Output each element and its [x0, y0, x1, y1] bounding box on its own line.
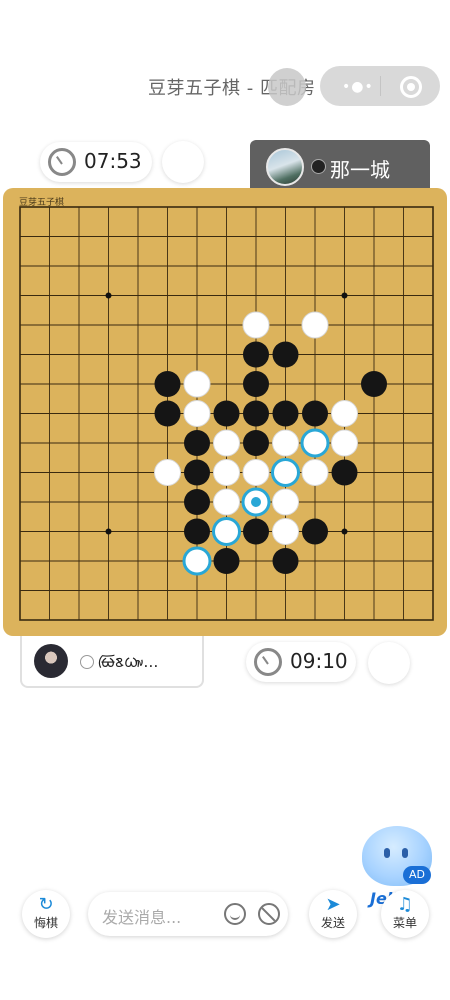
mascot-eye — [384, 848, 390, 858]
white-stone — [272, 429, 299, 457]
undo-label: 悔棋 — [33, 916, 58, 930]
black-stone — [154, 400, 181, 427]
white-stone — [301, 311, 329, 339]
black-stone — [331, 459, 358, 486]
star-point — [341, 292, 348, 299]
white-stone — [272, 488, 299, 516]
white-stone — [331, 429, 358, 457]
star-point — [105, 292, 112, 299]
message-placeholder: 发送消息... — [102, 908, 182, 927]
white-stone — [331, 400, 358, 427]
black-stone — [184, 518, 210, 545]
mascot-eye — [402, 848, 408, 858]
black-stone — [302, 400, 328, 427]
self-extra-button[interactable] — [368, 642, 410, 684]
black-stone — [272, 341, 299, 368]
white-stone — [213, 459, 240, 486]
black-stone — [272, 400, 299, 427]
white-stone — [183, 370, 211, 398]
clock-icon — [254, 648, 282, 676]
black-stone — [213, 400, 240, 427]
white-stone — [272, 518, 299, 545]
black-stone — [243, 371, 269, 397]
white-stone — [213, 488, 240, 516]
black-stone — [272, 548, 299, 574]
black-stone — [302, 518, 328, 545]
black-stone — [154, 371, 181, 397]
mute-icon[interactable] — [258, 903, 280, 925]
ad-badge[interactable]: AD — [403, 866, 431, 884]
white-stone — [300, 428, 330, 458]
white-stone — [242, 459, 270, 486]
menu-button[interactable]: ♫ 菜单 — [381, 890, 429, 938]
black-stone — [243, 400, 269, 427]
white-stone — [301, 459, 329, 486]
star-point — [105, 528, 112, 535]
black-stone — [243, 518, 269, 545]
self-name: ᰄᰩᰣᰃᰥᰤ… — [98, 653, 159, 671]
menu-icon: ♫ — [396, 894, 414, 915]
send-button[interactable]: ➤ 发送 — [309, 890, 357, 938]
black-stone — [243, 341, 269, 368]
undo-button[interactable]: ↻ 悔棋 — [22, 890, 70, 938]
self-stone-icon — [80, 655, 94, 669]
black-stone — [243, 430, 269, 456]
emoji-icon[interactable] — [224, 903, 246, 925]
star-point — [341, 528, 348, 535]
black-stone — [184, 459, 210, 486]
white-stone — [271, 458, 300, 487]
black-stone — [213, 548, 240, 574]
menu-label: 菜单 — [392, 916, 417, 930]
white-stone — [242, 311, 270, 339]
message-input[interactable]: 发送消息... — [88, 892, 288, 936]
self-avatar[interactable] — [34, 644, 68, 678]
send-icon: ➤ — [325, 894, 341, 915]
black-stone — [184, 430, 210, 456]
white-stone — [213, 429, 240, 457]
black-stone — [361, 371, 387, 397]
send-label: 发送 — [320, 916, 345, 930]
self-timer-value: 09:10 — [290, 649, 348, 673]
white-stone — [154, 459, 181, 486]
white-stone — [212, 517, 241, 546]
self-timer: 09:10 — [246, 642, 356, 682]
white-stone — [183, 400, 211, 427]
last-move-marker — [251, 497, 261, 507]
undo-icon: ↻ — [38, 894, 54, 915]
black-stone — [184, 489, 210, 515]
white-stone — [182, 546, 212, 576]
